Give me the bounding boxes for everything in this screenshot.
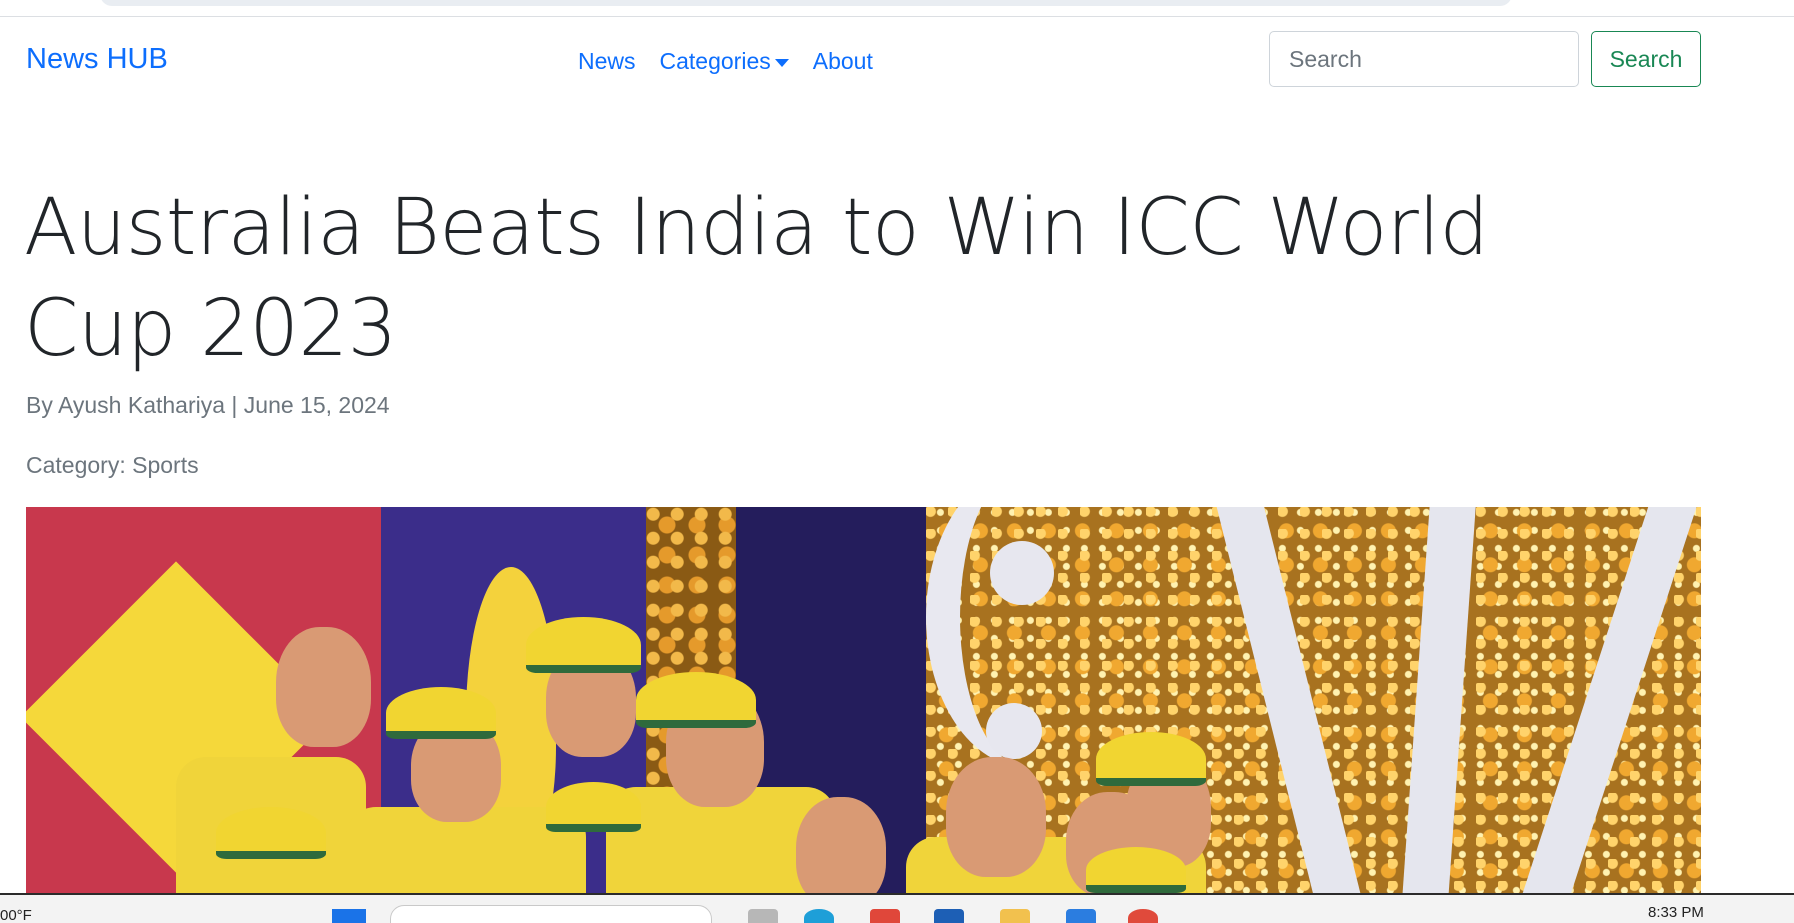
hero-player-cap	[526, 617, 641, 673]
nav-link-about[interactable]: About	[813, 48, 873, 75]
hero-player-cap	[1086, 847, 1186, 893]
chrome-icon[interactable]	[1128, 909, 1158, 923]
article-hero-image	[26, 507, 1701, 893]
nav-links: News Categories About	[578, 48, 897, 75]
brave-browser-icon[interactable]	[870, 909, 900, 923]
nav-link-categories[interactable]: Categories	[660, 48, 789, 75]
hero-player-face	[796, 797, 886, 893]
hero-player-face	[276, 627, 371, 747]
caret-down-icon	[774, 58, 789, 67]
browser-top-strip	[0, 0, 1794, 17]
search-input[interactable]	[1269, 31, 1579, 87]
hero-player-cap	[386, 687, 496, 739]
nav-link-categories-label: Categories	[659, 48, 771, 74]
task-view-icon[interactable]	[748, 909, 778, 923]
microsoft-store-icon[interactable]	[934, 909, 964, 923]
weather-temperature[interactable]: 00°F	[0, 907, 32, 923]
system-clock[interactable]: 8:33 PM	[1648, 904, 1704, 921]
hero-player-cap	[546, 782, 641, 832]
hero-trophy-circle	[990, 541, 1054, 605]
file-explorer-icon[interactable]	[1000, 909, 1030, 923]
os-taskbar: 00°F 8:33 PM	[0, 893, 1794, 923]
hero-player-face	[946, 757, 1046, 877]
hero-player-cap	[216, 807, 326, 859]
browser-address-bar-edge[interactable]	[100, 0, 1512, 6]
search-button[interactable]: Search	[1591, 31, 1701, 87]
windows-start-icon[interactable]	[332, 909, 366, 923]
brand-link[interactable]: News HUB	[26, 43, 168, 76]
navbar: News HUB News Categories About Search	[0, 17, 1794, 103]
article-category: Category: Sports	[26, 452, 199, 478]
article-headline: Australia Beats India to Win ICC World C…	[24, 183, 1489, 374]
article-byline: By Ayush Kathariya | June 15, 2024	[26, 392, 390, 418]
taskbar-search-box[interactable]	[390, 905, 712, 923]
hero-player-cap	[636, 672, 756, 728]
vscode-icon[interactable]	[1066, 909, 1096, 923]
hero-trophy-circle	[986, 703, 1042, 759]
edge-browser-icon[interactable]	[804, 909, 834, 923]
nav-link-news[interactable]: News	[578, 48, 636, 75]
hero-player-cap	[1096, 732, 1206, 786]
